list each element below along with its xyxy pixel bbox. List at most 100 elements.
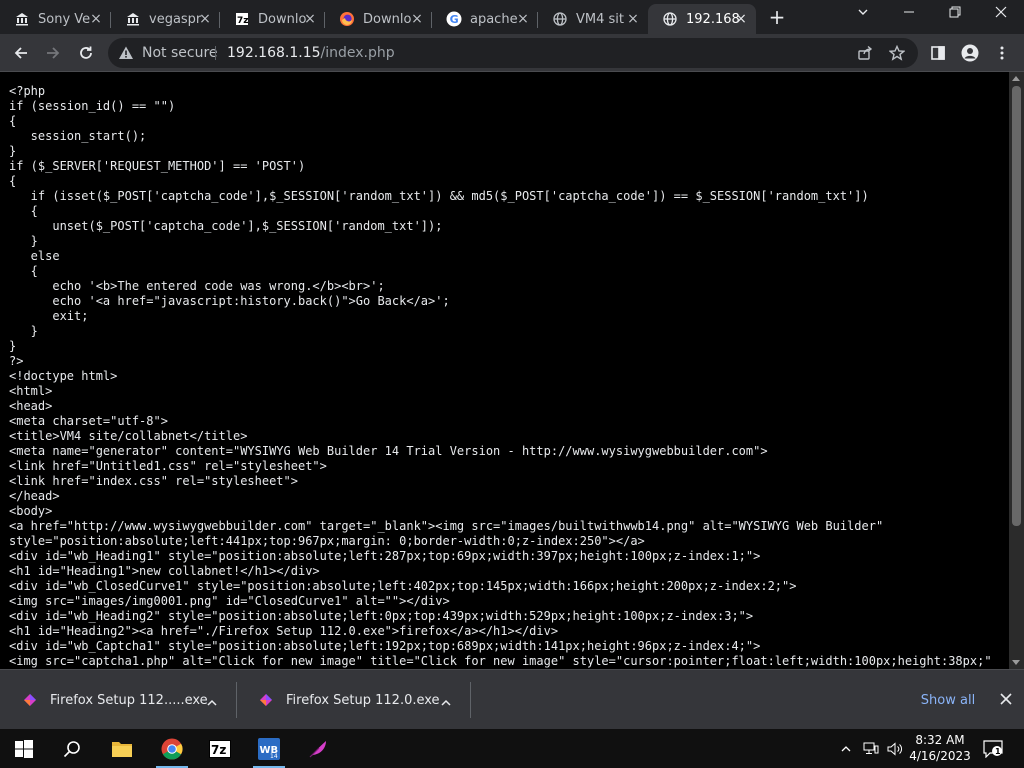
installer-file-icon [20,690,40,710]
scrollbar-thumb[interactable] [1012,86,1021,526]
download-item[interactable]: Firefox Setup 112.0.exe [236,670,470,730]
chevron-up-icon [841,745,851,751]
bookmark-star-icon[interactable] [888,44,906,62]
close-icon [995,6,1007,18]
minimize-icon [904,11,914,13]
system-clock[interactable]: 8:32 AM 4/16/2023 [908,732,972,764]
forward-button[interactable] [40,40,66,66]
vertical-scrollbar[interactable] [1009,72,1024,669]
url-text[interactable]: 192.168.1.15/index.php [227,45,395,61]
url-path: /index.php [320,45,395,61]
restore-button[interactable] [932,0,978,30]
tab-label: VM4 sit [576,11,624,27]
7zip-taskbar-button[interactable]: 7z [196,729,244,768]
notification-center-button[interactable]: 1 [980,729,1006,768]
tab-download-7zip[interactable]: 7z Downlo × [220,4,325,34]
share-icon[interactable] [856,44,874,62]
tab-download-firefox[interactable]: Downlo × [325,4,432,34]
tab-strip: Sony Ve × vegaspr × 7z Downlo × Downlo ×… [0,0,1024,34]
tab-label: Downlo [363,11,412,27]
security-label[interactable]: Not secure [142,45,218,61]
source-line: style="position:absolute;left:441px;top:… [9,534,645,548]
chrome-icon [161,738,183,760]
scroll-down-arrow[interactable] [1012,660,1020,665]
warning-icon[interactable] [118,45,134,65]
tab-search-button[interactable] [840,0,886,30]
url-host: 192.168.1.15 [227,45,321,61]
source-line: <link href="index.css" rel="stylesheet"> [9,474,298,488]
web-builder-taskbar-button[interactable]: WB 14 [245,729,293,768]
back-button[interactable] [8,40,34,66]
chevron-up-icon[interactable] [440,694,452,706]
download-filename: Firefox Setup 112.....exe [50,692,208,708]
downloads-bar: Firefox Setup 112.....exe Firefox Setup … [0,669,1024,729]
source-line: { [9,264,38,278]
close-icon[interactable]: × [198,12,212,26]
download-item[interactable]: Firefox Setup 112.....exe [0,670,236,730]
close-window-button[interactable] [978,0,1024,30]
tab-vegaspro[interactable]: vegaspr × [111,4,220,34]
source-line: <html> [9,384,53,398]
close-icon[interactable]: × [734,12,748,26]
scroll-up-arrow[interactable] [1012,76,1020,81]
notification-count: 1 [995,747,1001,756]
source-line: </head> [9,489,60,503]
source-line: <link href="Untitled1.css" rel="styleshe… [9,459,327,473]
svg-text:G: G [450,13,459,26]
close-icon [1000,693,1012,705]
wysiwyg-web-builder-icon: WB14 [258,737,280,760]
network-icon [863,742,879,754]
start-button[interactable] [0,729,48,768]
bank-icon [125,11,141,27]
source-line: <div id="wb_Heading1" style="position:ab… [9,549,761,563]
profile-button[interactable] [957,40,983,66]
kebab-menu-icon [1000,46,1004,60]
close-icon[interactable]: × [303,12,317,26]
tab-vm4-site[interactable]: VM4 sit × [538,4,648,34]
close-icon[interactable]: × [516,12,530,26]
reload-button[interactable] [73,40,99,66]
source-line: { [9,114,17,128]
close-downloads-bar-button[interactable] [996,690,1016,710]
close-icon[interactable]: × [89,12,103,26]
source-line: <div id="wb_Heading2" style="position:ab… [9,609,754,623]
source-line: } [9,324,38,338]
tab-sony-vegas[interactable]: Sony Ve × [0,4,111,34]
browser-toolbar: Not secure 192.168.1.15/index.php [0,34,1024,72]
firefox-icon [339,11,355,27]
close-icon[interactable]: × [410,12,424,26]
show-all-downloads-button[interactable]: Show all [914,690,982,712]
source-line: if ($_SERVER['REQUEST_METHOD'] == 'POST'… [9,159,306,173]
globe-icon [552,11,568,27]
chrome-taskbar-button[interactable] [148,729,196,768]
source-line: <h1 id="Heading2"><a href="./Firefox Set… [9,624,559,638]
minimize-button[interactable] [886,0,932,30]
source-line: if (session_id() == "") [9,99,176,113]
svg-text:7z: 7z [211,743,226,757]
chevron-up-icon[interactable] [206,694,218,706]
close-icon[interactable]: × [626,12,640,26]
source-line: exit; [9,309,89,323]
source-line: echo '<a href="javascript:history.back()… [9,294,450,308]
7zip-icon: 7z [209,739,231,758]
new-tab-button[interactable]: + [766,7,788,29]
tab-label: 192.168 [686,11,740,27]
show-hidden-icons-button[interactable] [836,729,856,768]
search-icon [63,740,80,757]
source-line: <body> [9,504,53,518]
address-bar[interactable]: Not secure 192.168.1.15/index.php [108,38,918,68]
volume-tray-icon[interactable] [884,729,906,768]
menu-button[interactable] [989,40,1015,66]
arrow-left-icon [14,47,27,59]
feather-app-taskbar-button[interactable] [294,729,342,768]
tab-active-index[interactable]: 192.168 × [648,4,756,34]
person-icon [961,44,979,62]
network-tray-icon[interactable] [860,729,882,768]
source-line: <meta name="generator" content="WYSIWYG … [9,444,768,458]
search-button[interactable] [48,729,96,768]
file-explorer-button[interactable] [98,729,146,768]
side-panel-button[interactable] [925,40,951,66]
source-line: session_start(); [9,129,147,143]
tab-apache-search[interactable]: G apache × [432,4,538,34]
source-line: { [9,204,38,218]
